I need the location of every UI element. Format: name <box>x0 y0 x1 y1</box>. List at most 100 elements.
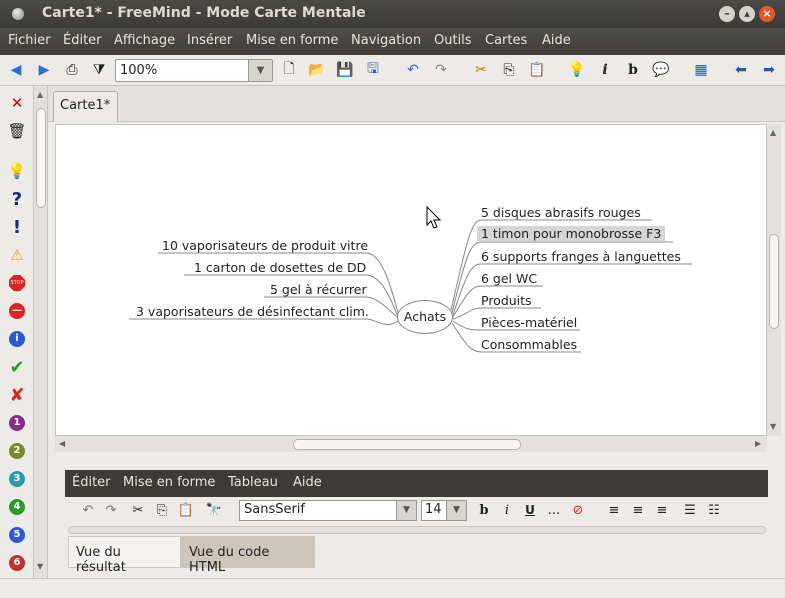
tab-result-view[interactable]: Vue du résultat <box>68 536 181 575</box>
clear-format-icon[interactable]: ⊘ <box>569 501 587 519</box>
menu-navigation[interactable]: Navigation <box>351 33 421 48</box>
menu-fichier[interactable]: Fichier <box>8 33 51 48</box>
chevron-down-icon[interactable]: ▼ <box>396 501 416 520</box>
cross-icon[interactable]: ✘ <box>7 385 27 406</box>
editor-menu-mise-en-forme[interactable]: Mise en forme <box>123 475 215 490</box>
undo-icon[interactable]: ↶ <box>404 61 422 79</box>
editor-menu-editer[interactable]: Éditer <box>72 475 111 490</box>
italic-icon[interactable]: i <box>498 501 516 519</box>
tab-html-code-view[interactable]: Vue du code HTML <box>181 536 315 575</box>
mind-map-canvas[interactable]: Achats 5 disques abrasifs rouges 1 timon… <box>55 124 767 436</box>
priority-2-icon[interactable]: 2 <box>7 441 27 461</box>
forward-icon[interactable]: ▶ <box>35 61 53 79</box>
warning-icon[interactable]: ⚠ <box>7 245 27 265</box>
node-right-3[interactable]: 6 gel WC <box>481 271 537 286</box>
copy-icon[interactable]: ⎘ <box>153 501 171 519</box>
redo-icon[interactable]: ↷ <box>432 61 450 79</box>
scroll-down-icon[interactable]: ▼ <box>37 562 43 571</box>
chevron-down-icon[interactable]: ▼ <box>446 501 466 520</box>
font-size-select[interactable]: 14 ▼ <box>421 500 467 521</box>
check-icon[interactable]: ✔ <box>7 357 27 378</box>
node-left-3[interactable]: 3 vaporisateurs de désinfectant clim. <box>136 304 369 319</box>
priority-1-icon[interactable]: 1 <box>7 413 27 433</box>
maximize-button[interactable]: ▴ <box>739 6 755 22</box>
cut-icon[interactable]: ✂ <box>129 501 147 519</box>
bold-icon[interactable]: b <box>475 501 493 519</box>
sidebar-scrollbar[interactable]: ▲ ▼ <box>34 86 48 578</box>
italic-icon[interactable]: i <box>596 61 614 79</box>
priority-3-icon[interactable]: 3 <box>7 469 27 489</box>
menu-aide[interactable]: Aide <box>542 33 571 48</box>
central-node[interactable]: Achats <box>397 300 453 334</box>
node-right-0[interactable]: 5 disques abrasifs rouges <box>481 205 641 220</box>
save-icon[interactable]: 💾 <box>336 61 354 79</box>
scroll-right-icon[interactable]: ▶ <box>755 439 761 448</box>
underline-icon[interactable]: U <box>521 501 539 519</box>
scroll-up-icon[interactable]: ▲ <box>37 90 43 99</box>
editor-scrollbar[interactable] <box>68 526 766 534</box>
priority-4-icon[interactable]: 4 <box>7 497 27 517</box>
align-left-icon[interactable]: ≡ <box>605 501 623 519</box>
new-map-icon[interactable]: 🗋 <box>280 61 298 79</box>
tab-carte1[interactable]: Carte1* <box>53 91 118 122</box>
paste-icon[interactable]: 📋 <box>528 61 546 79</box>
cloud-icon[interactable]: 💬 <box>652 61 670 79</box>
stop-icon[interactable]: STOP <box>7 273 27 293</box>
info-icon[interactable]: i <box>7 329 27 349</box>
bold-icon[interactable]: b <box>624 61 642 79</box>
node-left-1[interactable]: 1 carton de dosettes de DD <box>194 260 366 275</box>
menu-outils[interactable]: Outils <box>434 33 472 48</box>
map-hscroll-thumb[interactable] <box>293 439 521 450</box>
arrow-right-icon[interactable]: ➡ <box>760 61 778 79</box>
minimize-button[interactable]: – <box>719 6 735 22</box>
priority-6-icon[interactable]: 6 <box>7 553 27 573</box>
back-icon[interactable]: ◀ <box>7 61 25 79</box>
more-icon[interactable]: ... <box>545 501 563 519</box>
sidebar-scroll-thumb[interactable] <box>36 108 46 208</box>
map-vscroll-thumb[interactable] <box>769 234 779 329</box>
editor-menu-tableau[interactable]: Tableau <box>228 475 278 490</box>
map-horizontal-scrollbar[interactable]: ◀ ▶ <box>55 436 767 452</box>
close-button[interactable]: × <box>759 6 775 22</box>
node-right-5[interactable]: Pièces-matériel <box>481 315 577 330</box>
menu-editer[interactable]: Éditer <box>63 33 102 48</box>
map-vertical-scrollbar[interactable]: ▲ ▼ <box>767 124 781 436</box>
paste-icon[interactable]: 📋 <box>177 501 195 519</box>
node-right-2[interactable]: 6 supports franges à languettes <box>481 249 681 264</box>
node-right-1-selected[interactable]: 1 timon pour monobrosse F3 <box>477 226 666 241</box>
menu-inserer[interactable]: Insérer <box>187 33 232 48</box>
redo-icon[interactable]: ↷ <box>102 501 120 519</box>
save-as-icon[interactable]: 🖫 <box>364 61 382 79</box>
cut-icon[interactable]: ✂ <box>472 61 490 79</box>
node-left-0[interactable]: 10 vaporisateurs de produit vitre <box>162 238 368 253</box>
copy-icon[interactable]: ⎘ <box>500 61 518 79</box>
editor-menu-aide[interactable]: Aide <box>293 475 322 490</box>
print-icon[interactable]: ⎙ <box>63 61 81 79</box>
grid-icon[interactable]: ▦ <box>692 61 710 79</box>
question-icon[interactable]: ? <box>7 189 27 210</box>
scroll-left-icon[interactable]: ◀ <box>59 439 65 448</box>
no-entry-icon[interactable]: — <box>7 301 27 321</box>
chevron-down-icon[interactable]: ▼ <box>248 60 272 81</box>
find-icon[interactable]: 🔭 <box>205 501 223 519</box>
menu-cartes[interactable]: Cartes <box>485 33 527 48</box>
idea-icon[interactable]: 💡 <box>7 161 27 181</box>
exclamation-icon[interactable]: ! <box>7 217 27 238</box>
numbered-list-icon[interactable]: ☷ <box>705 501 723 519</box>
arrow-left-icon[interactable]: ⬅ <box>732 61 750 79</box>
node-right-6[interactable]: Consommables <box>481 337 577 352</box>
font-family-select[interactable]: SansSerif ▼ <box>239 500 417 521</box>
node-left-2[interactable]: 5 gel à récurrer <box>270 282 367 297</box>
scroll-down-icon[interactable]: ▼ <box>770 422 776 431</box>
idea-icon[interactable]: 💡 <box>568 61 586 79</box>
align-center-icon[interactable]: ≡ <box>629 501 647 519</box>
filter-icon[interactable]: ⧩ <box>90 61 108 79</box>
align-right-icon[interactable]: ≡ <box>653 501 671 519</box>
scroll-up-icon[interactable]: ▲ <box>770 128 776 137</box>
open-icon[interactable]: 📂 <box>308 61 326 79</box>
zoom-select[interactable]: 100% ▼ <box>115 59 273 82</box>
trash-icon[interactable]: 🗑 <box>7 121 27 141</box>
menu-mise-en-forme[interactable]: Mise en forme <box>246 33 338 48</box>
undo-icon[interactable]: ↶ <box>79 501 97 519</box>
node-right-4[interactable]: Produits <box>481 293 532 308</box>
